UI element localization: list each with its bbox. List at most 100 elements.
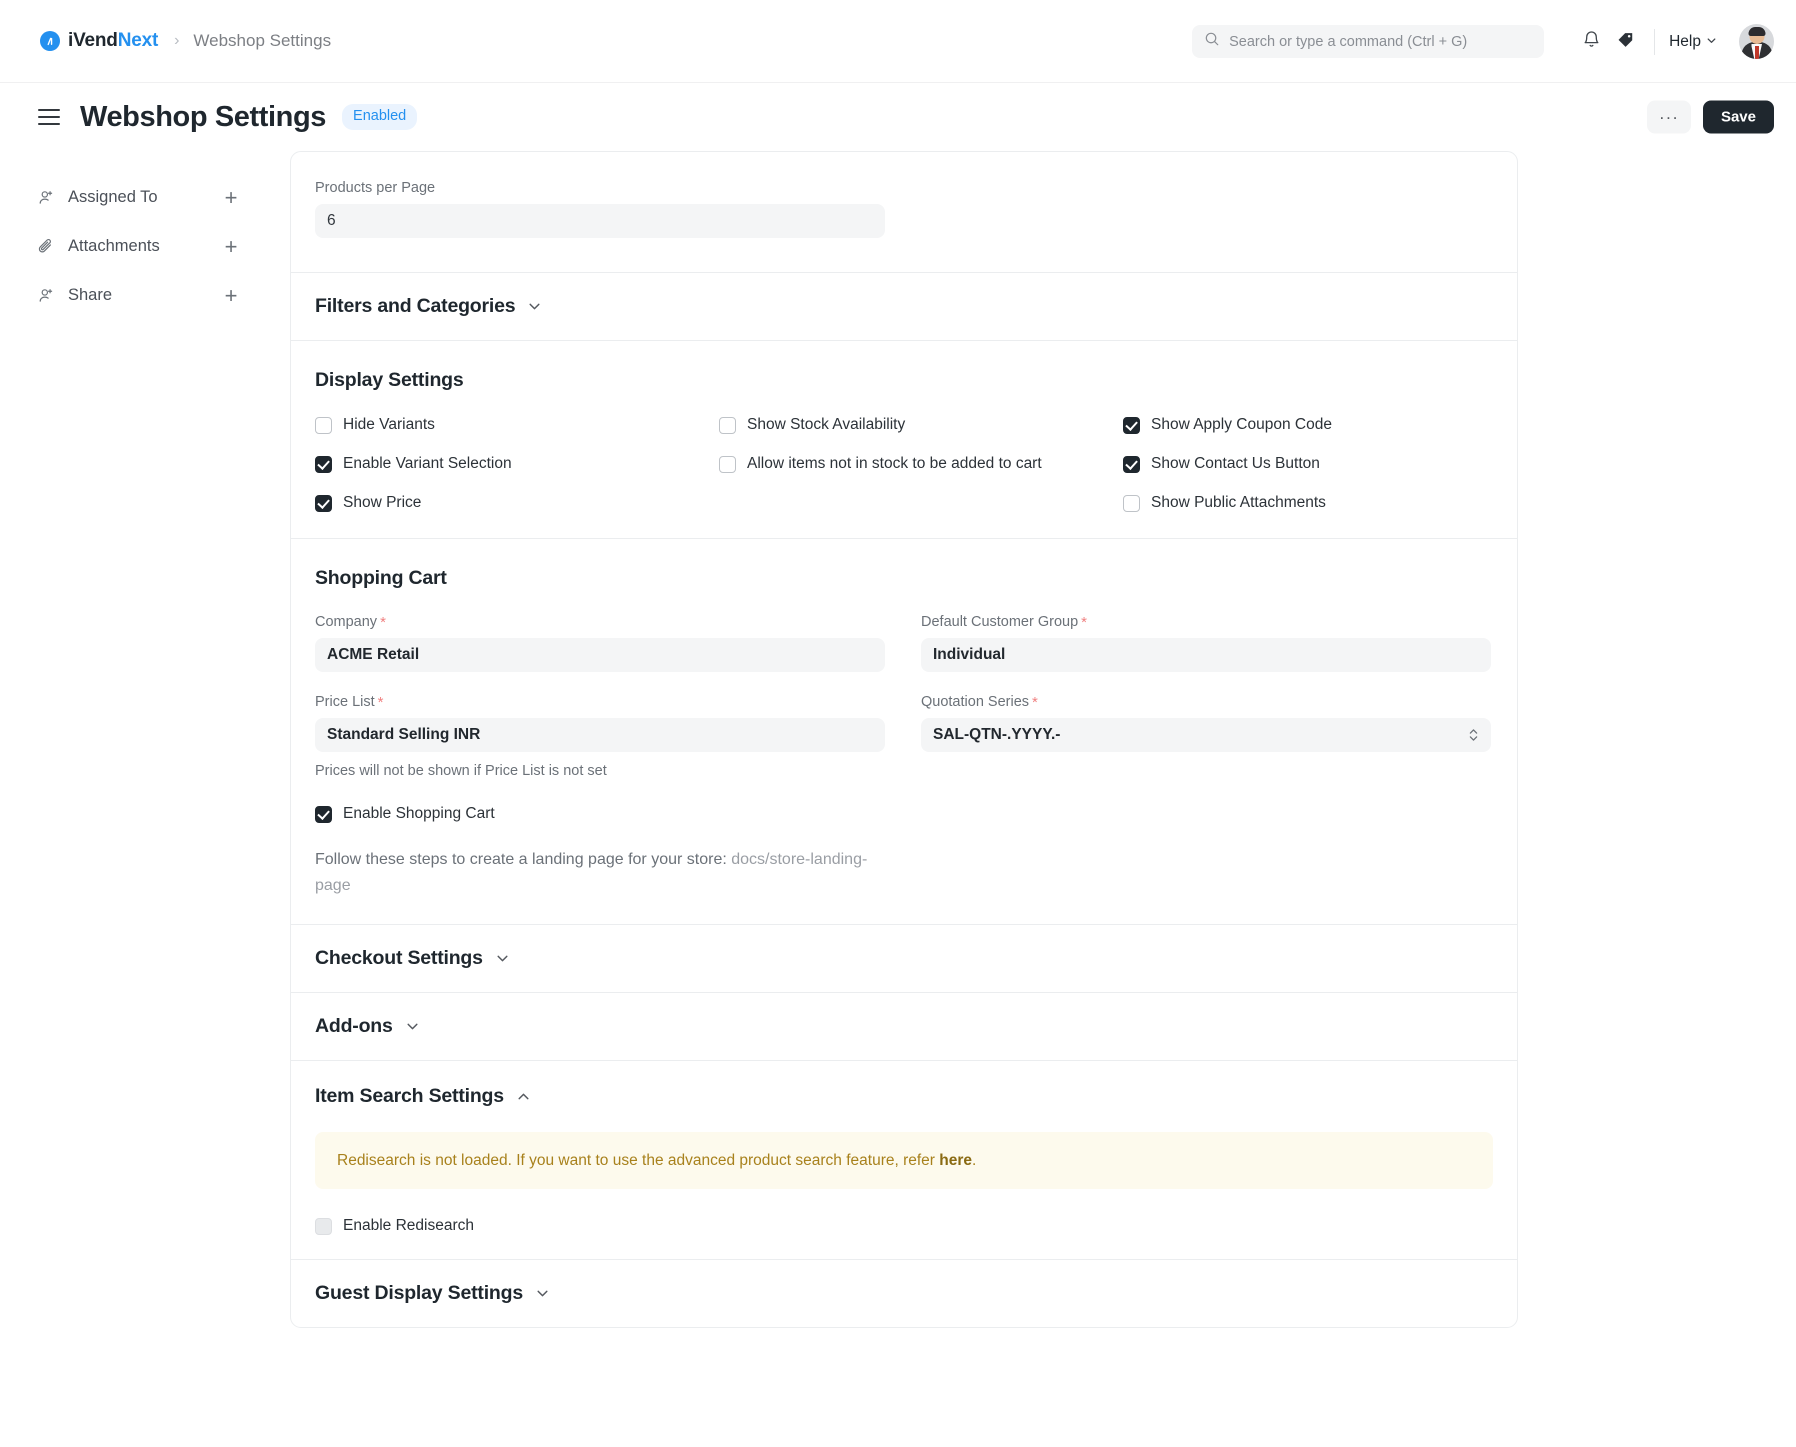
- section-title: Filters and Categories: [315, 295, 516, 317]
- checkbox-box[interactable]: [719, 455, 736, 473]
- chevron-down-icon[interactable]: [535, 1286, 550, 1301]
- checkbox-show-contact-us-button[interactable]: Show Contact Us Button: [1123, 455, 1493, 473]
- section-checkout-settings[interactable]: Checkout Settings: [291, 925, 1517, 994]
- alert-link[interactable]: here: [939, 1152, 972, 1169]
- section-guest-display-settings[interactable]: Guest Display Settings: [291, 1260, 1517, 1327]
- checkbox-box[interactable]: [719, 416, 736, 434]
- section-add-ons[interactable]: Add-ons: [291, 993, 1517, 1062]
- landing-hint-text: Follow these steps to create a landing p…: [315, 851, 732, 868]
- checkbox-box[interactable]: [1123, 455, 1140, 473]
- field-price-list: Price List * Standard Selling INR Prices…: [315, 694, 885, 779]
- required-marker: *: [1032, 693, 1038, 711]
- chevron-down-icon: [1706, 33, 1717, 51]
- notifications-button[interactable]: [1574, 25, 1608, 59]
- sidebar-item-share[interactable]: Share +: [38, 271, 290, 320]
- checkbox-label: Show Contact Us Button: [1151, 455, 1320, 472]
- default-customer-group-input[interactable]: Individual: [921, 638, 1491, 672]
- products-per-page-label: Products per Page: [315, 180, 436, 196]
- label-text: Price List: [315, 694, 375, 710]
- settings-card: Products per Page 6 Filters and Categori…: [290, 151, 1518, 1329]
- checkbox-show-stock-availability[interactable]: Show Stock Availability: [719, 416, 1123, 434]
- item-search-settings-header[interactable]: Item Search Settings: [315, 1085, 1493, 1108]
- main-content: Products per Page 6 Filters and Categori…: [290, 151, 1796, 1329]
- checkbox-label: Show Public Attachments: [1151, 494, 1326, 511]
- avatar[interactable]: [1739, 24, 1774, 59]
- quotation-series-select[interactable]: SAL-QTN-.YYYY.-: [921, 718, 1491, 752]
- chevron-down-icon[interactable]: [405, 1019, 420, 1034]
- checkbox-box[interactable]: [315, 805, 332, 823]
- checkbox-box[interactable]: [315, 494, 332, 512]
- checkbox-allow-items-not-in-stock[interactable]: Allow items not in stock to be added to …: [719, 455, 1123, 473]
- add-assigned-to-button[interactable]: +: [220, 186, 242, 209]
- checkbox-show-apply-coupon-code[interactable]: Show Apply Coupon Code: [1123, 416, 1493, 434]
- checkbox-label: Show Price: [343, 494, 422, 511]
- chevron-down-icon[interactable]: [527, 299, 542, 314]
- brand-suffix: Next: [117, 30, 159, 51]
- checkbox-enable-redisearch[interactable]: Enable Redisearch: [315, 1217, 1493, 1235]
- display-settings-checkbox-grid: Hide Variants Show Stock Availability Sh…: [315, 416, 1493, 512]
- quotation-series-value: SAL-QTN-.YYYY.-: [933, 726, 1061, 743]
- brand-prefix: iVend: [68, 30, 118, 51]
- add-attachment-button[interactable]: +: [220, 235, 242, 258]
- sidebar-item-label: Attachments: [68, 237, 160, 255]
- chevron-up-icon[interactable]: [516, 1089, 531, 1104]
- navbar-right-group: Help: [1192, 0, 1774, 83]
- tags-button[interactable]: [1608, 25, 1642, 59]
- global-search[interactable]: [1192, 25, 1545, 58]
- tag-icon: [1616, 30, 1635, 54]
- checkbox-enable-variant-selection[interactable]: Enable Variant Selection: [315, 455, 719, 473]
- sidebar-item-attachments[interactable]: Attachments +: [38, 222, 290, 271]
- field-label: Default Customer Group *: [921, 614, 1491, 630]
- checkbox-box[interactable]: [315, 416, 332, 434]
- checkbox-enable-shopping-cart[interactable]: Enable Shopping Cart: [315, 805, 1493, 823]
- checkbox-label: Show Apply Coupon Code: [1151, 416, 1332, 433]
- chevron-down-icon[interactable]: [495, 951, 510, 966]
- search-input[interactable]: [1229, 33, 1533, 50]
- checkbox-box[interactable]: [315, 455, 332, 473]
- help-menu[interactable]: Help: [1669, 33, 1717, 51]
- checkbox-show-price[interactable]: Show Price: [315, 494, 719, 512]
- avatar-hair: [1748, 27, 1765, 36]
- section-title: Checkout Settings: [315, 947, 483, 970]
- checkbox-box[interactable]: [315, 1217, 332, 1235]
- redisearch-alert: Redisearch is not loaded. If you want to…: [315, 1132, 1493, 1190]
- checkbox-show-public-attachments[interactable]: Show Public Attachments: [1123, 494, 1493, 512]
- section-display-settings: Display Settings Hide Variants Show Stoc…: [291, 341, 1517, 539]
- chevron-updown-icon[interactable]: [1468, 727, 1479, 744]
- section-filters-and-categories[interactable]: Filters and Categories: [291, 273, 1517, 341]
- breadcrumb-current[interactable]: Webshop Settings: [193, 31, 331, 51]
- field-label: Price List *: [315, 694, 885, 710]
- required-marker: *: [1081, 613, 1087, 631]
- add-share-button[interactable]: +: [220, 284, 242, 307]
- section-products-per-page: Products per Page 6: [291, 152, 1517, 273]
- avatar-tie: [1754, 46, 1759, 59]
- price-list-input[interactable]: Standard Selling INR: [315, 718, 885, 752]
- help-label: Help: [1669, 32, 1701, 50]
- checkbox-label: Hide Variants: [343, 416, 435, 433]
- label-text: Quotation Series: [921, 694, 1030, 710]
- sidebar-item-label: Assigned To: [68, 188, 158, 206]
- checkbox-hide-variants[interactable]: Hide Variants: [315, 416, 719, 434]
- field-quotation-series: Quotation Series * SAL-QTN-.YYYY.-: [921, 694, 1491, 779]
- alert-text-before: Redisearch is not loaded. If you want to…: [337, 1152, 940, 1170]
- field-company: Company * ACME Retail: [315, 614, 885, 672]
- checkbox-box[interactable]: [1123, 416, 1140, 434]
- brand-logo[interactable]: iVendNext: [40, 30, 158, 52]
- section-title: Item Search Settings: [315, 1085, 504, 1108]
- save-button[interactable]: Save: [1702, 100, 1774, 134]
- products-per-page-input[interactable]: 6: [315, 204, 885, 238]
- section-title: Add-ons: [315, 1015, 393, 1038]
- breadcrumb-separator: ›: [174, 32, 180, 49]
- checkbox-box[interactable]: [1123, 494, 1140, 512]
- section-title: Shopping Cart: [315, 567, 447, 589]
- navbar-divider: [1654, 28, 1656, 55]
- sidebar-item-assigned-to[interactable]: Assigned To +: [38, 173, 290, 222]
- brand-name: iVendNext: [68, 30, 158, 52]
- checkbox-label: Show Stock Availability: [747, 416, 906, 433]
- company-input[interactable]: ACME Retail: [315, 638, 885, 672]
- page-header: Webshop Settings Enabled ··· Save: [0, 83, 1796, 151]
- hamburger-icon[interactable]: [38, 107, 62, 127]
- status-badge: Enabled: [342, 104, 418, 130]
- more-actions-button[interactable]: ···: [1646, 100, 1691, 134]
- bell-icon: [1582, 30, 1601, 54]
